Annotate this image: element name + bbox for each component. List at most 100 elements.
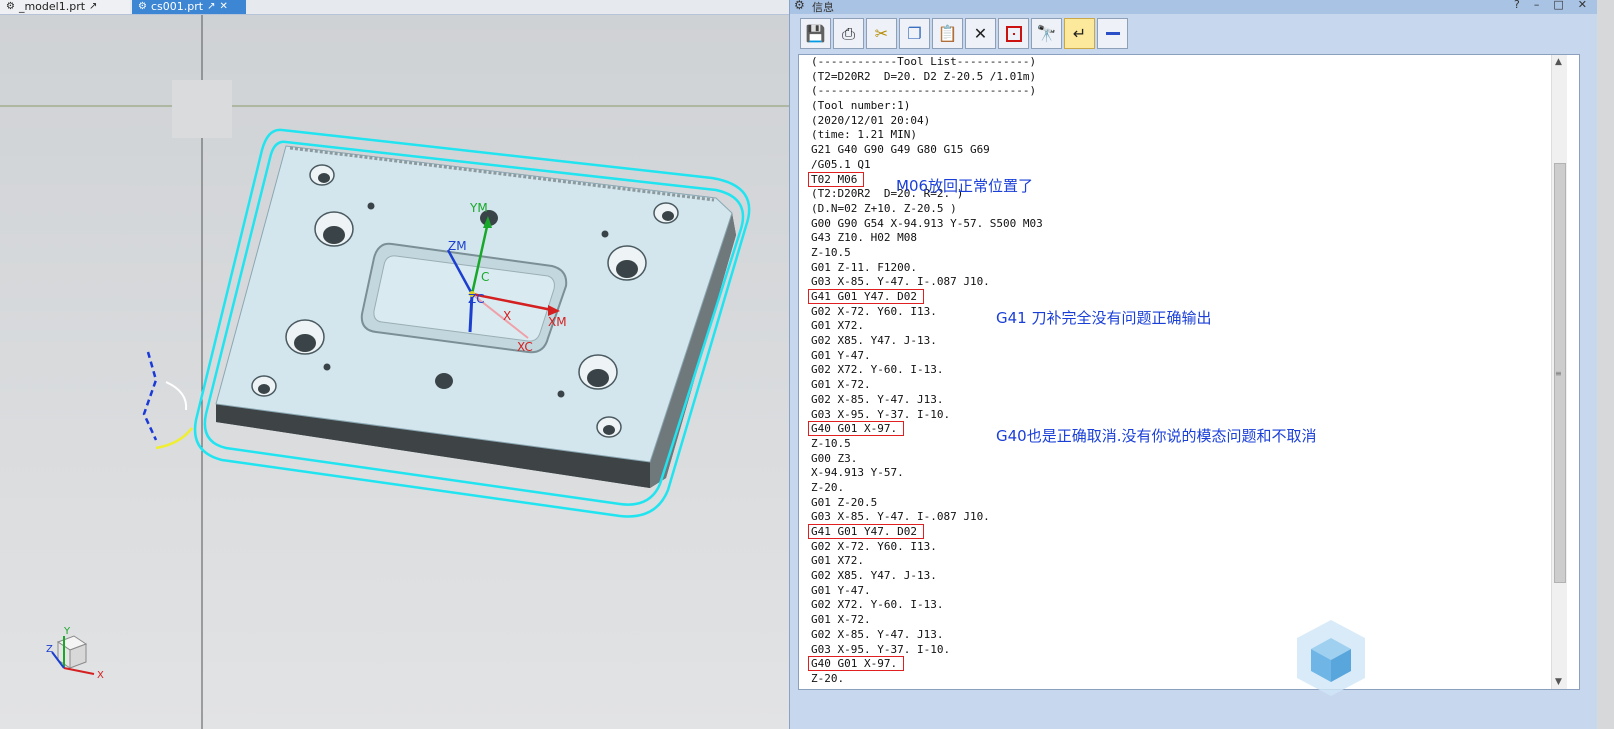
annotation-note: M06放回正常位置了 <box>896 176 1034 195</box>
wrap-button[interactable]: ↵ <box>1064 18 1095 49</box>
annotation-note: G41 刀补完全没有问题正确输出 <box>996 308 1212 327</box>
code-line: G21 G40 G90 G49 G80 G15 G69 <box>811 143 990 157</box>
grip-icon: ≡ <box>1555 369 1562 378</box>
label-c: C <box>481 270 489 284</box>
tab-cs001[interactable]: ⚙ cs001.prt ↗ ✕ <box>132 0 246 14</box>
code-line: G02 X85. Y47. J-13. <box>811 334 937 348</box>
code-line: G03 X-85. Y-47. I-.087 J10. <box>811 275 990 289</box>
code-line: X-94.913 Y-57. <box>811 466 904 480</box>
code-line: G41 G01 Y47. D02 <box>808 524 1043 540</box>
minimize-button[interactable] <box>1097 18 1128 49</box>
vertical-scrollbar[interactable]: ▲ ≡ ▼ <box>1551 55 1567 689</box>
document-tab-bar: ⚙ _model1.prt ↗ ⚙ cs001.prt ↗ ✕ <box>0 0 790 15</box>
print-icon: ⎙ <box>842 23 855 43</box>
find-icon: 🔭 <box>1036 24 1057 43</box>
code-line: G00 Z10. <box>811 687 1043 689</box>
code-line: (Tool number:1) <box>811 99 911 113</box>
save-icon: 💾 <box>805 24 826 43</box>
code-line: (------------Tool List-----------) <box>811 55 1037 68</box>
minimize-window-icon[interactable]: – <box>1534 0 1540 11</box>
code-line: G01 X-72. <box>811 378 871 392</box>
code-line: /G05.1 Q1 <box>811 157 871 171</box>
code-line: (2020/12/01 20:04) <box>811 113 931 127</box>
close-icon[interactable]: ✕ <box>219 1 227 13</box>
nc-code-listing: (------------Tool List-----------) (T2=D2… <box>808 55 1043 689</box>
code-line: G40 G01 X-97. <box>808 656 1043 672</box>
label-ym: YM <box>469 201 488 215</box>
tab-cs001-label: cs001.prt <box>150 0 204 13</box>
part-file-icon: ⚙ <box>6 1 15 12</box>
watermark-logo <box>1297 620 1365 696</box>
code-line: G02 X85. Y47. J-13. <box>811 569 937 583</box>
info-window-titlebar[interactable]: ⚙ 信息 ? – □ ✕ <box>790 0 1597 14</box>
info-text-area[interactable]: (------------Tool List-----------) (T2=D2… <box>798 54 1580 690</box>
code-line: G01 X72. <box>811 554 864 568</box>
copy-button[interactable]: ❐ <box>899 18 930 49</box>
code-line: Z-20. <box>811 480 845 494</box>
delete-icon: ✕ <box>973 24 988 43</box>
info-toolbar: 💾 ⎙ ✂ ❐ 📋 ✕ 🔭 ↵ <box>800 18 1128 52</box>
cut-button[interactable]: ✂ <box>866 18 897 49</box>
find-button[interactable]: 🔭 <box>1031 18 1062 49</box>
viewport-gap <box>172 80 232 138</box>
code-line: G02 X-85. Y-47. J13. <box>811 392 944 406</box>
delete-button[interactable]: ✕ <box>965 18 996 49</box>
scroll-down-icon[interactable]: ▼ <box>1555 677 1562 687</box>
code-line: G01 Z-11. F1200. <box>811 260 917 274</box>
triad-y: Y <box>63 626 71 637</box>
code-line: G02 X-85. Y-47. J13. <box>811 627 944 641</box>
engage-path <box>165 381 188 411</box>
print-button[interactable]: ⎙ <box>833 18 864 49</box>
external-link-icon[interactable]: ↗ <box>89 1 97 13</box>
code-line: Z-20. <box>811 671 845 685</box>
code-line: G02 X-72. Y60. I13. <box>811 539 937 553</box>
code-line: (--------------------------------) <box>811 84 1037 98</box>
code-line: G43 Z10. H02 M08 <box>811 231 917 245</box>
gear-icon: ⚙ <box>794 0 805 12</box>
model-scene: YM ZM ZC C X XM XC Y Z X <box>0 15 790 729</box>
code-line: (T2=D20R2 D=20. D2 Z-20.5 /1.01m) <box>811 69 1037 83</box>
code-line: G01 Y-47. <box>811 348 871 362</box>
annotation-note: G40也是正确取消.没有你说的模态问题和不取消 <box>996 426 1317 445</box>
label-zc: ZC <box>468 292 485 306</box>
code-line: G03 X-85. Y-47. I-.087 J10. <box>811 510 990 524</box>
code-line: (D.N=02 Z+10. Z-20.5 ) <box>811 201 957 215</box>
window-controls: ? – □ ✕ <box>1514 0 1587 11</box>
code-line: G02 X72. Y-60. I-13. <box>811 363 944 377</box>
code-line: G01 Z-20.5 <box>811 495 878 509</box>
minimize-icon <box>1105 32 1120 35</box>
save-button[interactable]: 💾 <box>800 18 831 49</box>
label-x: X <box>503 309 511 323</box>
cut-icon: ✂ <box>874 24 889 43</box>
maximize-icon[interactable]: □ <box>1553 0 1563 11</box>
code-line: Z-10.5 <box>811 245 851 259</box>
target-icon <box>1005 25 1022 42</box>
triad-z: Z <box>46 644 53 655</box>
external-link-icon[interactable]: ↗ <box>207 1 215 13</box>
tab-model1-label: _model1.prt <box>18 0 86 13</box>
code-line: G03 X-95. Y-37. I-10. <box>811 407 951 421</box>
close-icon[interactable]: ✕ <box>1578 0 1587 11</box>
view-triad[interactable]: Y Z X <box>46 626 104 681</box>
paste-icon: 📋 <box>937 24 958 43</box>
target-button[interactable] <box>998 18 1029 49</box>
triad-x: X <box>97 670 104 681</box>
copy-icon: ❐ <box>907 24 922 43</box>
info-window: ⚙ 信息 ? – □ ✕ 💾 ⎙ ✂ ❐ 📋 ✕ 🔭 ↵ (----------… <box>789 0 1597 729</box>
feed-move-path <box>155 427 193 450</box>
code-line: G02 X72. Y-60. I-13. <box>811 598 944 612</box>
label-zm: ZM <box>448 239 467 253</box>
wrap-icon: ↵ <box>1072 24 1087 43</box>
code-line: G01 Y-47. <box>811 583 871 597</box>
label-xc: XC <box>517 340 533 354</box>
help-icon[interactable]: ? <box>1514 0 1520 11</box>
code-line: G00 Z3. <box>811 451 858 465</box>
scroll-up-icon[interactable]: ▲ <box>1555 57 1562 67</box>
code-line: G00 G90 G54 X-94.913 Y-57. S500 M03 <box>811 216 1043 230</box>
paste-button[interactable]: 📋 <box>932 18 963 49</box>
rapid-move-path <box>142 351 158 441</box>
tab-model1[interactable]: ⚙ _model1.prt ↗ <box>0 0 130 14</box>
code-line: G01 X-72. <box>811 613 871 627</box>
graphics-viewport[interactable]: YM ZM ZC C X XM XC Y Z X <box>0 15 790 729</box>
code-line: G41 G01 Y47. D02 <box>808 289 1043 305</box>
